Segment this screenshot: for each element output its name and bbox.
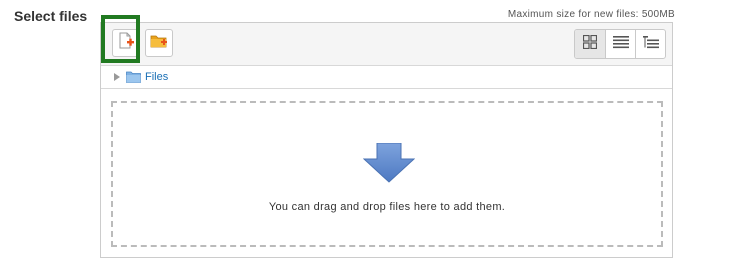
folder-icon xyxy=(126,71,141,83)
down-arrow-icon xyxy=(362,142,416,188)
file-picker-panel: Select files Maximum size for new files:… xyxy=(0,0,731,263)
file-drop-zone[interactable]: You can drag and drop files here to add … xyxy=(111,101,663,247)
folder-path-bar: Files xyxy=(101,65,672,89)
drop-zone-message: You can drag and drop files here to add … xyxy=(268,201,506,213)
tree-view-button[interactable] xyxy=(635,30,665,58)
grid-icon xyxy=(582,34,598,54)
add-file-icon xyxy=(117,32,135,55)
create-folder-icon xyxy=(150,33,168,54)
add-file-button[interactable] xyxy=(112,29,140,57)
create-folder-button[interactable] xyxy=(145,29,173,57)
select-files-label: Select files xyxy=(14,8,88,24)
list-view-button[interactable] xyxy=(605,30,635,58)
expand-triangle-icon[interactable] xyxy=(114,72,120,81)
list-icon xyxy=(612,35,629,54)
file-manager-toolbar xyxy=(101,15,672,66)
icons-view-button[interactable] xyxy=(575,30,605,58)
max-size-notice: Maximum size for new files: 500MB xyxy=(507,9,675,20)
files-folder-link[interactable]: Files xyxy=(145,71,168,83)
tree-icon xyxy=(642,35,659,54)
view-mode-group xyxy=(574,29,666,59)
file-manager: Files You can drag and drop files here t… xyxy=(100,15,673,258)
